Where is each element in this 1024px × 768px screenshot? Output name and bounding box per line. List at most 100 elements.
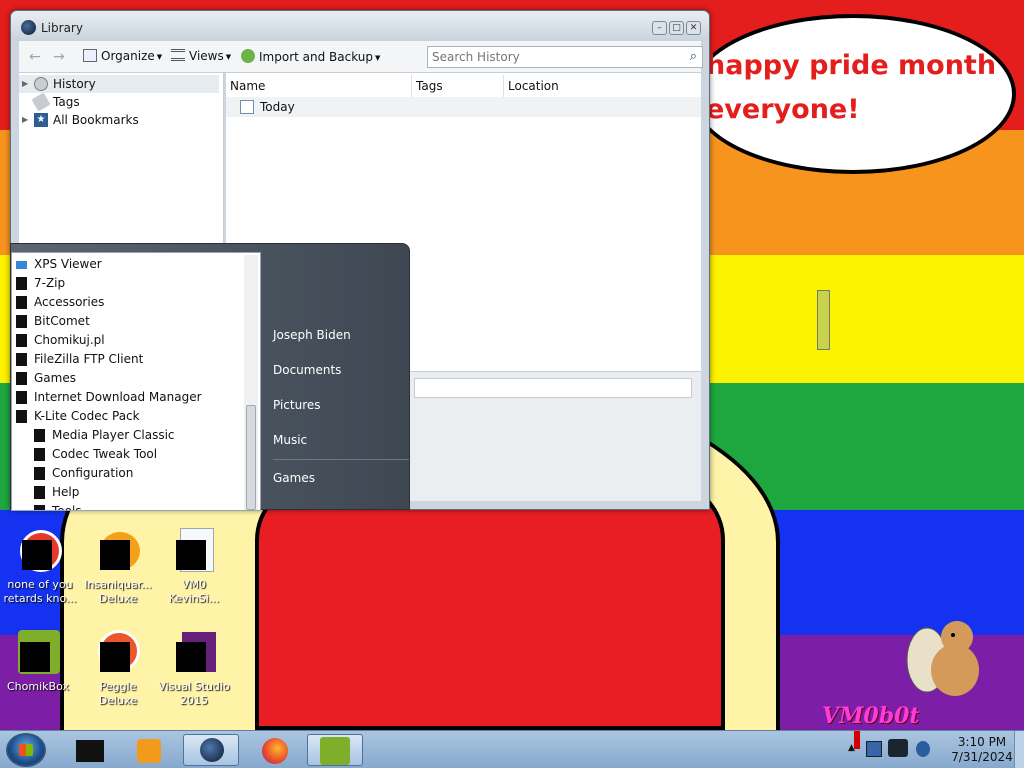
program-label: Help (52, 485, 80, 499)
program-icon (34, 486, 45, 499)
program-icon (34, 448, 45, 461)
views-label: Views (189, 49, 224, 63)
desktop-icon-file[interactable]: none of you retards kno... (2, 528, 78, 606)
dropdown-arrow-icon: ▼ (156, 52, 163, 61)
program-label: Internet Download Manager (34, 390, 202, 404)
clock-time: 3:10 PM (957, 735, 1007, 749)
close-button[interactable]: ✕ (686, 21, 701, 35)
search-box: ⌕ (427, 46, 703, 68)
back-arrow-icon[interactable]: ← (29, 49, 45, 65)
start-menu-games[interactable]: Games (273, 471, 315, 485)
program-label: Configuration (52, 466, 134, 480)
start-menu-pictures[interactable]: Pictures (273, 398, 321, 412)
taskbar-media-player-button[interactable] (120, 734, 176, 766)
taskbar-firefox-button[interactable] (245, 734, 301, 766)
desktop-icon-visual-studio[interactable]: Visual Studio 2015 (156, 630, 232, 708)
calendar-icon (240, 100, 254, 114)
peggle-icon (94, 630, 142, 678)
folder-icon (16, 315, 27, 328)
taskbar-chomikbox-button[interactable] (307, 734, 363, 766)
folder-icon (16, 410, 27, 423)
column-header-tags[interactable]: Tags (412, 75, 504, 97)
organize-icon (83, 49, 97, 62)
watermark-text: VM0b0t (822, 703, 920, 729)
organize-menu[interactable]: Organize ▼ (83, 49, 162, 63)
system-tray: ▲ (840, 731, 940, 768)
network-icon[interactable] (866, 741, 882, 757)
app-icon (16, 528, 64, 576)
minimize-button[interactable]: – (652, 21, 667, 35)
program-icon (34, 505, 45, 510)
desktop-icon-peggle[interactable]: Peggle Deluxe (80, 630, 156, 708)
scrollbar-thumb[interactable] (246, 405, 256, 510)
row-name: Today (260, 100, 295, 114)
media-player-icon (137, 739, 161, 763)
organize-label: Organize (101, 49, 155, 63)
program-label: Media Player Classic (52, 428, 175, 442)
start-menu-documents[interactable]: Documents (273, 363, 341, 377)
tree-item-all-bookmarks[interactable]: ▶ ★ All Bookmarks (19, 111, 219, 129)
desktop-icon-chomikbox[interactable]: ChomikBox (0, 630, 76, 694)
column-header-location[interactable]: Location (504, 75, 701, 97)
start-menu-music[interactable]: Music (273, 433, 307, 447)
firefox-icon (262, 738, 288, 764)
program-label: 7-Zip (34, 276, 66, 290)
start-button[interactable] (6, 733, 46, 767)
taskbar-clock[interactable]: 3:10 PM 7/31/2024 (940, 731, 1024, 768)
import-backup-icon (241, 49, 255, 63)
start-menu-user[interactable]: Joseph Biden (273, 328, 351, 342)
hamster-image (906, 621, 979, 696)
device-icon[interactable] (888, 739, 908, 757)
tree-item-label: History (53, 77, 96, 91)
program-label: Tools (52, 504, 82, 511)
desktop-icon-insaniquarium[interactable]: Insaniquar... Deluxe (80, 528, 156, 606)
red-flag-icon[interactable] (854, 731, 860, 749)
dropdown-arrow-icon: ▼ (375, 53, 381, 62)
program-label: FileZilla FTP Client (34, 352, 144, 366)
desktop-icon-vm0[interactable]: VM0 KevinSi... (156, 528, 232, 606)
table-row[interactable]: Today (226, 97, 701, 117)
column-header-name[interactable]: Name (226, 75, 412, 97)
import-backup-menu[interactable]: Import and Backup ▼ (241, 49, 380, 64)
title-bar[interactable]: Library – □ ✕ (11, 11, 709, 41)
program-icon (34, 467, 45, 480)
desktop-icon-label: ChomikBox (7, 680, 69, 693)
tree-item-history[interactable]: ▶ History (19, 75, 219, 93)
folder-icon (16, 372, 27, 385)
xps-viewer-icon (16, 261, 27, 269)
search-input[interactable] (428, 47, 668, 67)
expand-arrow-icon[interactable]: ▶ (22, 111, 28, 129)
tree-item-tags[interactable]: Tags (19, 92, 219, 112)
forward-arrow-icon[interactable]: → (53, 49, 69, 65)
document-icon (170, 528, 218, 576)
tree-item-label: All Bookmarks (53, 113, 139, 127)
clock-date: 7/31/2024 (951, 750, 1013, 764)
taskbar: ▲ 3:10 PM 7/31/2024 (0, 730, 1024, 768)
library-toolbar: ← → Organize ▼ Views ▼ Import and Backup ▼ … (19, 41, 703, 73)
expand-arrow-icon[interactable]: ▶ (22, 75, 28, 93)
details-field[interactable] (414, 378, 692, 398)
desktop-icon-label: Insaniquar... Deluxe (84, 578, 152, 605)
star-icon: ★ (34, 113, 48, 127)
folder-icon (16, 353, 27, 366)
library-globe-icon (200, 738, 224, 762)
views-menu[interactable]: Views ▼ (171, 49, 231, 63)
show-desktop-button[interactable] (1014, 731, 1024, 768)
wallpaper-shirt (255, 480, 725, 730)
import-backup-label: Import and Backup (259, 50, 374, 64)
taskbar-library-button[interactable] (183, 734, 239, 766)
program-label: XPS Viewer (34, 257, 102, 271)
maximize-button[interactable]: □ (669, 21, 684, 35)
dropdown-arrow-icon: ▼ (225, 52, 232, 61)
clock-icon (34, 77, 48, 91)
tree-item-label: Tags (53, 95, 80, 109)
windows-logo-icon (19, 744, 33, 756)
divider (273, 459, 409, 460)
taskbar-program-button[interactable] (60, 734, 116, 766)
desktop-icon-label: VM0 KevinSi... (168, 578, 220, 605)
scrollbar[interactable] (244, 255, 258, 510)
app-icon (21, 20, 36, 35)
search-icon[interactable]: ⌕ (690, 49, 697, 64)
speaker-icon[interactable] (916, 741, 930, 757)
chomikbox-icon (14, 630, 62, 678)
